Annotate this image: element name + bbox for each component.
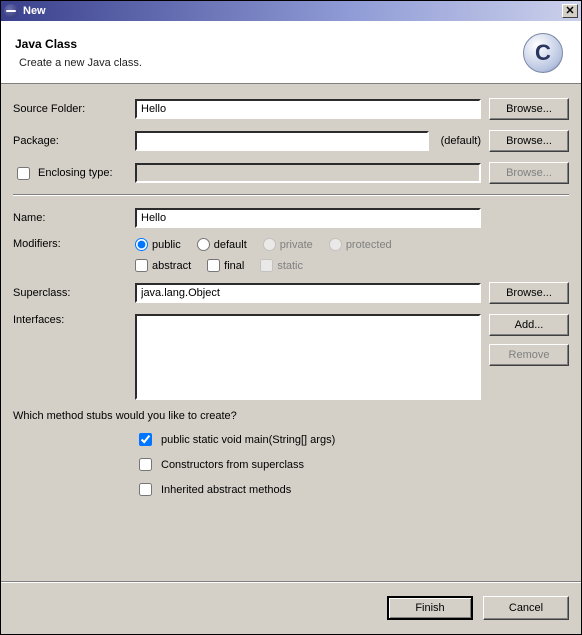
radio-protected bbox=[329, 238, 342, 251]
remove-interface-button: Remove bbox=[489, 344, 569, 366]
cancel-button[interactable]: Cancel bbox=[483, 596, 569, 620]
modifiers-row: Modifiers: public default private protec… bbox=[13, 238, 569, 272]
checkbox-main[interactable] bbox=[139, 433, 152, 446]
content-area: Source Folder: Browse... Package: (defau… bbox=[1, 84, 581, 581]
titlebar: New ✕ bbox=[1, 1, 581, 21]
radio-default[interactable] bbox=[197, 238, 210, 251]
separator bbox=[13, 194, 569, 196]
name-label: Name: bbox=[13, 212, 135, 224]
eclipse-icon bbox=[4, 4, 18, 18]
close-icon: ✕ bbox=[565, 6, 574, 17]
add-interface-button[interactable]: Add... bbox=[489, 314, 569, 336]
superclass-input[interactable] bbox=[135, 283, 481, 303]
superclass-row: Superclass: Browse... bbox=[13, 282, 569, 304]
class-icon: C bbox=[523, 33, 563, 73]
checkbox-inherited[interactable] bbox=[139, 483, 152, 496]
checkbox-abstract[interactable] bbox=[135, 259, 148, 272]
checkbox-final[interactable] bbox=[207, 259, 220, 272]
enclosing-type-label: Enclosing type: bbox=[38, 167, 113, 179]
source-folder-input[interactable] bbox=[135, 99, 481, 119]
modifier-static: static bbox=[260, 259, 303, 272]
radio-public[interactable] bbox=[135, 238, 148, 251]
stub-main[interactable]: public static void main(String[] args) bbox=[135, 430, 569, 449]
stub-inherited[interactable]: Inherited abstract methods bbox=[135, 480, 569, 499]
enclosing-type-row: Enclosing type: Browse... bbox=[13, 162, 569, 184]
modifier-protected: protected bbox=[329, 238, 392, 251]
modifier-private: private bbox=[263, 238, 313, 251]
interfaces-label: Interfaces: bbox=[13, 314, 135, 326]
package-default-suffix: (default) bbox=[441, 135, 481, 147]
interfaces-row: Interfaces: Add... Remove bbox=[13, 314, 569, 400]
page-title: Java Class bbox=[15, 37, 523, 51]
modifier-abstract[interactable]: abstract bbox=[135, 259, 191, 272]
radio-private bbox=[263, 238, 276, 251]
source-folder-label: Source Folder: bbox=[13, 103, 135, 115]
header-panel: Java Class Create a new Java class. C bbox=[1, 21, 581, 84]
method-stubs-section: Which method stubs would you like to cre… bbox=[13, 410, 569, 499]
superclass-label: Superclass: bbox=[13, 287, 135, 299]
package-label: Package: bbox=[13, 135, 135, 147]
checkbox-static bbox=[260, 259, 273, 272]
browse-enclosing-type-button: Browse... bbox=[489, 162, 569, 184]
close-button[interactable]: ✕ bbox=[562, 4, 578, 18]
source-folder-row: Source Folder: Browse... bbox=[13, 98, 569, 120]
package-row: Package: (default) Browse... bbox=[13, 130, 569, 152]
dialog-footer: Finish Cancel bbox=[1, 581, 581, 634]
modifier-final[interactable]: final bbox=[207, 259, 244, 272]
name-input[interactable] bbox=[135, 208, 481, 228]
method-stubs-question: Which method stubs would you like to cre… bbox=[13, 410, 569, 422]
package-input[interactable] bbox=[135, 131, 429, 151]
modifier-default[interactable]: default bbox=[197, 238, 247, 251]
dialog-window: New ✕ Java Class Create a new Java class… bbox=[0, 0, 582, 635]
page-subtitle: Create a new Java class. bbox=[15, 57, 523, 69]
window-title: New bbox=[23, 5, 562, 17]
modifier-public[interactable]: public bbox=[135, 238, 181, 251]
name-row: Name: bbox=[13, 208, 569, 228]
enclosing-type-checkbox[interactable] bbox=[17, 167, 30, 180]
checkbox-constructors[interactable] bbox=[139, 458, 152, 471]
browse-package-button[interactable]: Browse... bbox=[489, 130, 569, 152]
browse-superclass-button[interactable]: Browse... bbox=[489, 282, 569, 304]
stub-constructors[interactable]: Constructors from superclass bbox=[135, 455, 569, 474]
interfaces-listbox[interactable] bbox=[135, 314, 481, 400]
modifiers-label: Modifiers: bbox=[13, 238, 135, 250]
finish-button[interactable]: Finish bbox=[387, 596, 473, 620]
browse-source-folder-button[interactable]: Browse... bbox=[489, 98, 569, 120]
header-text: Java Class Create a new Java class. bbox=[15, 37, 523, 69]
enclosing-type-input bbox=[135, 163, 481, 183]
